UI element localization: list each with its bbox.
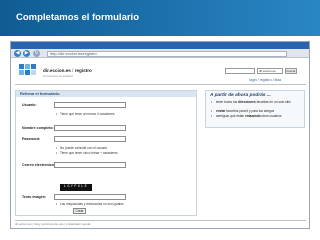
slide-header: Completamos el formulario [0, 0, 320, 36]
header-divider [15, 84, 306, 85]
form-header: Rellena el formulario [16, 91, 196, 97]
captcha-label: Texto imagen: [22, 195, 47, 199]
usuario-hint: Tiene que tener al menos 4 caracteres [56, 112, 115, 116]
registration-form: Rellena el formulario Usuario: Tiene que… [15, 90, 197, 216]
site-logo[interactable] [19, 64, 39, 78]
address-bar: ◀ ▶ ↻ http://dir.eccion.es/registro [11, 49, 309, 58]
slide-title: Completamos el formulario [16, 12, 139, 23]
correo-label: Correo electrónico: [22, 163, 56, 167]
forward-icon[interactable]: ▶ [23, 50, 30, 57]
captcha-image: LGYPXLE [60, 184, 92, 191]
account-links[interactable]: login / registro / lista [249, 78, 281, 82]
usuario-input[interactable] [54, 102, 126, 108]
logo-square [19, 70, 24, 75]
benefits-title: A partir de ahora podrás ... [210, 93, 271, 98]
password-hint: Tiene que tener cinco letras + caractere… [56, 151, 118, 155]
captcha-hint: Las mayúsculas y minúsculas no son igual… [56, 202, 124, 206]
logo-name: dir.eccion.es [43, 68, 71, 73]
reload-icon[interactable]: ↻ [33, 50, 40, 57]
crear-button[interactable]: Crear [73, 208, 86, 214]
window-titlebar [11, 42, 309, 49]
logo-square [31, 70, 36, 75]
password-input[interactable] [54, 136, 126, 142]
search-scope-select[interactable]: dir.eccion.es [257, 68, 283, 74]
url-input[interactable]: http://dir.eccion.es/registro [47, 50, 287, 57]
back-icon[interactable]: ◀ [14, 50, 21, 57]
site-tagline: tus favoritos en español [43, 74, 73, 78]
logo-square [31, 64, 36, 69]
nombre-label: Nombre completo: [22, 126, 54, 130]
browser-window: ◀ ▶ ↻ http://dir.eccion.es/registro dir.… [10, 41, 310, 229]
benefit-item: tener todos tus direcciones favoritas en… [211, 100, 302, 105]
logo-separator: / [72, 68, 74, 73]
search-input[interactable] [225, 68, 255, 74]
logo-square [19, 64, 24, 69]
nombre-input[interactable] [54, 125, 126, 131]
site-name: dir.eccion.es / registro [43, 68, 92, 73]
benefits-panel: A partir de ahora podrás ... tener todos… [205, 90, 305, 128]
usuario-label: Usuario: [22, 103, 37, 107]
logo-square [25, 64, 30, 69]
password-label: Password: [22, 137, 41, 141]
correo-input[interactable] [54, 162, 126, 168]
logo-square [25, 70, 30, 75]
captcha-input[interactable] [54, 194, 126, 200]
logo-section: registro [74, 68, 92, 73]
search-button[interactable]: buscar [285, 68, 297, 74]
password-hint: No puede coincidir con el usuario [56, 146, 107, 150]
benefit-item: averiguar qué están enlazando otros usua… [211, 114, 302, 119]
site-footer[interactable]: dir.eccion.es | blog | términos de uso |… [15, 220, 306, 226]
